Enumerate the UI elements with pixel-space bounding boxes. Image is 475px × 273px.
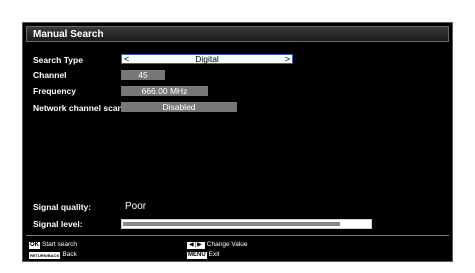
channel-field[interactable]: 45: [121, 70, 165, 80]
hint-start-search: OK Start search: [29, 241, 77, 250]
arrow-right-icon[interactable]: >: [285, 55, 290, 64]
signal-quality-value: Poor: [125, 201, 147, 212]
search-type-value: Digital: [195, 54, 219, 64]
footer-divider: [26, 235, 449, 236]
network-scan-field[interactable]: Disabled: [121, 102, 237, 112]
change-value-text: Change Value: [206, 241, 248, 248]
hint-exit: MENU Exit: [187, 251, 220, 260]
search-type-selector[interactable]: < Digital >: [121, 54, 293, 64]
signal-level-label: Signal level:: [33, 219, 83, 229]
hint-change-value: ◀|▶ Change Value: [187, 241, 248, 250]
ok-key-icon: OK: [29, 241, 40, 249]
channel-label: Channel: [33, 70, 67, 80]
signal-quality-label: Signal quality:: [33, 202, 92, 212]
back-text: Back: [62, 251, 77, 258]
title-bar: Manual Search: [26, 26, 449, 42]
network-scan-label: Network channel scan: [33, 103, 123, 113]
hint-back: RETURN/BACK Back: [29, 251, 77, 260]
back-key-icon: RETURN/BACK: [29, 251, 61, 259]
page-title: Manual Search: [33, 29, 104, 40]
frequency-label: Frequency: [33, 86, 76, 96]
arrow-left-icon[interactable]: <: [124, 55, 129, 64]
menu-key-icon: MENU: [187, 251, 207, 259]
frequency-field[interactable]: 666.00 MHz: [121, 86, 208, 96]
exit-text: Exit: [208, 251, 220, 258]
signal-level-fill: [123, 222, 340, 226]
manual-search-dialog: Manual Search Search Type < Digital > Ch…: [22, 22, 453, 262]
search-type-label: Search Type: [33, 55, 83, 65]
left-right-arrows-icon: ◀|▶: [187, 241, 205, 249]
start-search-text: Start search: [42, 241, 78, 248]
signal-level-bar: [121, 219, 372, 229]
